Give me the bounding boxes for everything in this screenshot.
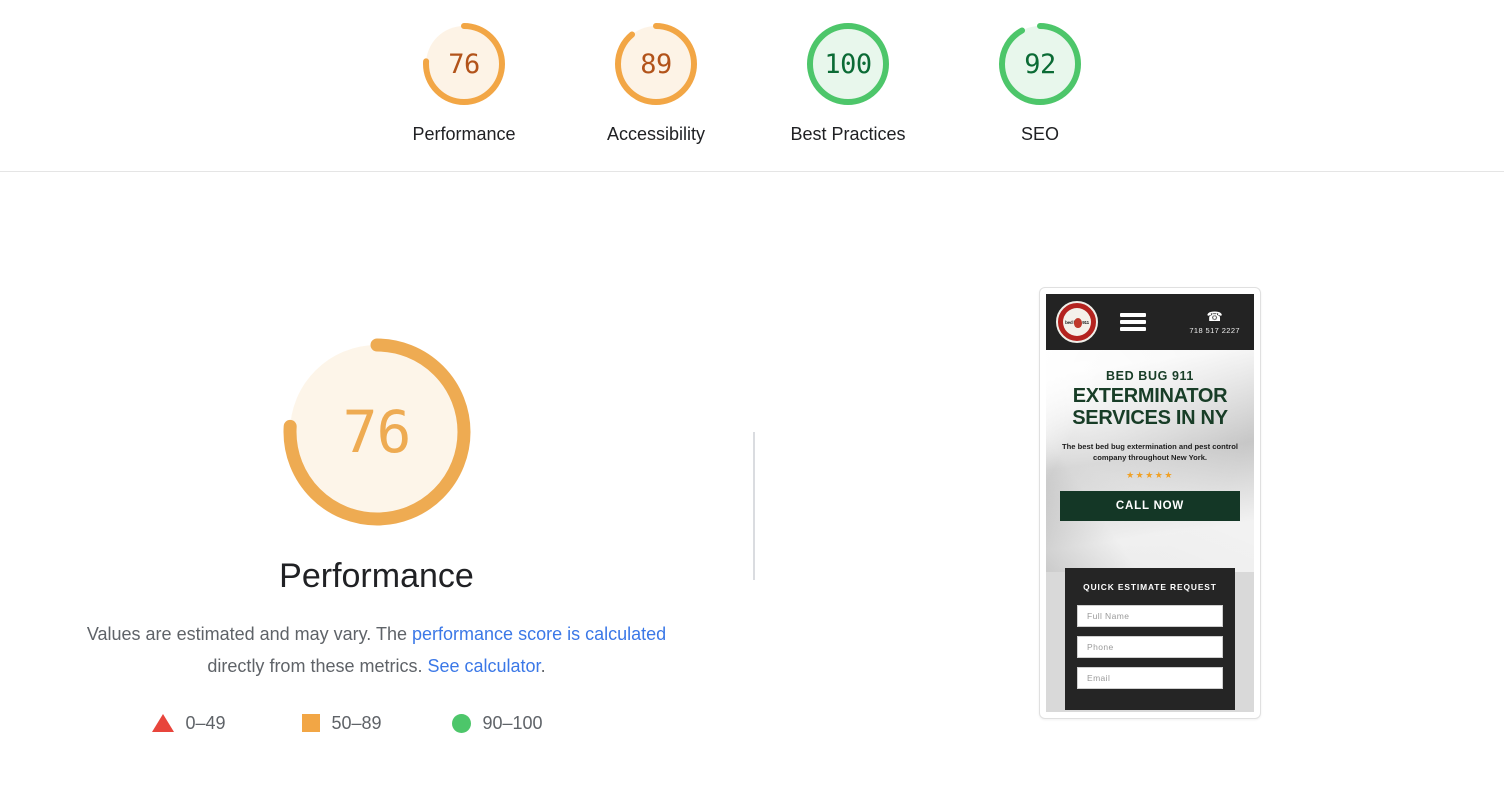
gauge-label: Accessibility [606, 124, 706, 144]
gauge-label: SEO [1020, 124, 1059, 144]
hero-title-line1: EXTERMINATOR [1072, 385, 1228, 407]
quick-estimate-title: QUICK ESTIMATE REQUEST [1083, 582, 1217, 592]
gauge-ring: 89 [610, 18, 702, 110]
performance-gauge: 76 [277, 332, 477, 532]
gauge-ring: 100 [802, 18, 894, 110]
legend-item: 90–100 [451, 712, 602, 734]
screenshot-thumbnail-image: bed bug 911 ☎ 718 517 2227 [1046, 294, 1254, 712]
phone-icon: ☎ [1206, 308, 1223, 324]
gauge-performance[interactable]: 76 Performance [368, 18, 560, 145]
hero-content: BED BUG 911 EXTERMINATOR SERVICES IN NY … [1046, 350, 1254, 521]
header-phone-number: 718 517 2227 [1189, 325, 1240, 335]
gauge-score-value: 76 [448, 48, 480, 80]
gauge-ring: 76 [418, 18, 510, 110]
category-gauge-block: 76 Performance Values are estimated and … [0, 172, 753, 788]
bug-icon [1074, 318, 1082, 328]
page-title: Performance [279, 557, 474, 595]
hero-kicker: BED BUG 911 [1106, 369, 1194, 383]
email-field[interactable] [1077, 667, 1223, 689]
legend-range: 90–100 [482, 713, 543, 733]
performance-score-calculated-link[interactable]: performance score is calculated [412, 624, 666, 644]
legend-item: 0–49 [151, 712, 302, 734]
quick-estimate-form: QUICK ESTIMATE REQUEST [1065, 568, 1235, 710]
scores-summary-bar: 76 Performance 89 Accessibility 100 Best Prac… [0, 0, 1504, 172]
performance-score-value: 76 [342, 398, 412, 466]
site-logo: bed bug 911 [1056, 301, 1098, 343]
hero-title-line2: SERVICES IN NY [1072, 407, 1228, 429]
gauge-ring: 92 [994, 18, 1086, 110]
desc-text-before: Values are estimated and may vary. The [86, 624, 413, 644]
call-now-button[interactable]: CALL NOW [1060, 491, 1240, 521]
triangle-marker-icon [151, 714, 174, 732]
legend-range: 0–49 [185, 713, 226, 733]
circle-marker-icon [451, 713, 471, 733]
square-marker-icon [301, 714, 320, 732]
gauge-seo[interactable]: 92 SEO [944, 18, 1136, 145]
performance-category-section: 76 Performance Values are estimated and … [0, 172, 1504, 788]
gauge-score-value: 100 [824, 48, 872, 80]
gauges-row: 76 Performance 89 Accessibility 100 Best Prac… [0, 0, 1504, 171]
final-screenshot-panel: bed bug 911 ☎ 718 517 2227 [755, 172, 1504, 788]
hero-subtitle: The best bed bug extermination and pest … [1062, 442, 1238, 462]
legend-item: 50–89 [301, 712, 452, 734]
gauge-score-value: 92 [1024, 48, 1056, 80]
lighthouse-report: 76 Performance 89 Accessibility 100 Best Prac… [0, 0, 1504, 788]
gauge-label: Best Practices [790, 124, 906, 144]
gauge-accessibility[interactable]: 89 Accessibility [560, 18, 752, 145]
phone-field[interactable] [1077, 636, 1223, 658]
legend-range: 50–89 [331, 713, 382, 733]
gauge-label: Performance [412, 124, 516, 144]
screenshot-thumbnail-frame[interactable]: bed bug 911 ☎ 718 517 2227 [1039, 287, 1261, 719]
star-rating-icon: ★★★★★ [1126, 470, 1174, 480]
score-scale-legend: 0–49 50–89 90–100 [151, 712, 602, 734]
header-phone-block: ☎ 718 517 2227 [1189, 308, 1244, 335]
gauge-score-value: 89 [640, 48, 672, 80]
hamburger-menu-icon [1120, 313, 1146, 331]
mock-site-hero: BED BUG 911 EXTERMINATOR SERVICES IN NY … [1046, 350, 1254, 572]
mock-site-header: bed bug 911 ☎ 718 517 2227 [1046, 294, 1254, 350]
see-calculator-link[interactable]: See calculator [427, 656, 540, 676]
desc-text-middle: directly from these metrics. [207, 656, 428, 676]
desc-text-after: . [540, 656, 546, 676]
gauge-best-practices[interactable]: 100 Best Practices [752, 18, 944, 145]
full-name-field[interactable] [1077, 605, 1223, 627]
category-description: Values are estimated and may vary. The p… [67, 618, 687, 682]
